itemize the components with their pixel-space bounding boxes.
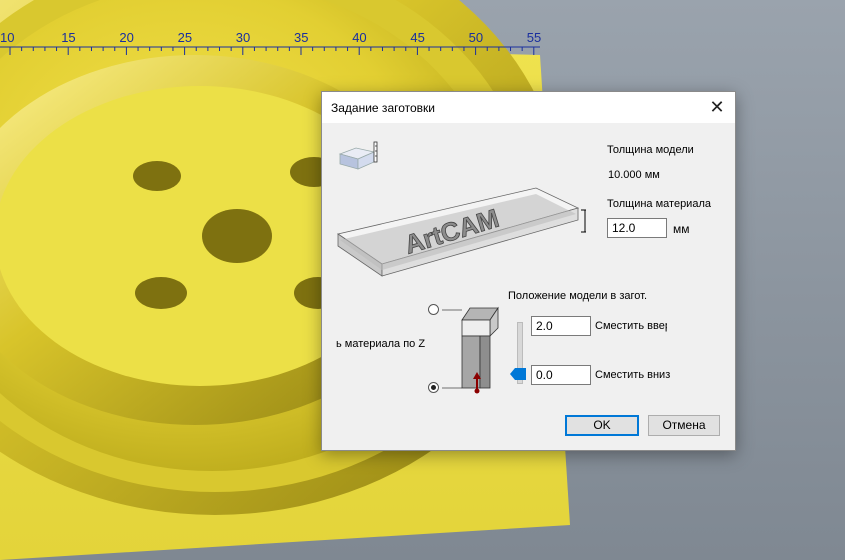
close-button[interactable]: ✕ [699,92,735,123]
z-zero-label: ь материала по Z [336,338,426,350]
ok-button[interactable]: OK [565,415,639,436]
ruler-tick-label: 40 [352,30,367,45]
material-thickness-unit: мм [673,222,690,236]
cancel-button[interactable]: Отмена [648,415,720,436]
ruler-tick-label: 10 [0,30,15,45]
dialog-title: Задание заготовки [331,101,435,115]
ruler-tick-label: 25 [177,30,193,45]
hole [135,277,187,309]
offset-up-label: Сместить вверх [595,320,667,332]
ruler-tick-label: 20 [119,30,134,45]
material-thickness-label: Толщина материала [607,198,711,210]
ruler-tick-label: 15 [61,30,76,45]
dialog-titlebar: Задание заготовки ✕ [322,92,735,123]
ruler-tick-label: 50 [468,30,484,45]
material-thickness-input[interactable] [607,218,667,238]
ruler-tick-label: 35 [294,30,309,45]
offset-up-input[interactable] [531,316,591,336]
stock-block-icon [338,141,378,170]
stock-setup-dialog: Задание заготовки ✕ Толщина модели 10.00… [321,91,736,451]
model-thickness-value: 10.000 мм [608,169,660,181]
offset-down-label: Сместить вниз [595,369,671,381]
z-zero-bottom-radio[interactable] [428,382,439,393]
ruler-tick-label: 45 [410,30,425,45]
model-thickness-label: Толщина модели [607,144,694,156]
stock-illustration: ArtCAM [337,187,586,277]
model-position-label: Положение модели в загот. [508,290,647,302]
ruler-tick-label: 30 [235,30,251,45]
hole [202,209,272,263]
z-zero-top-radio[interactable] [428,304,439,315]
hole [133,161,181,191]
ruler-tick-label: 55 [526,30,542,45]
offset-down-input[interactable] [531,365,591,385]
offset-slider-thumb[interactable] [510,368,526,380]
offset-up-label-clip: Сместить вверх [595,319,667,335]
position-diagram [461,306,499,394]
close-icon: ✕ [709,97,725,117]
